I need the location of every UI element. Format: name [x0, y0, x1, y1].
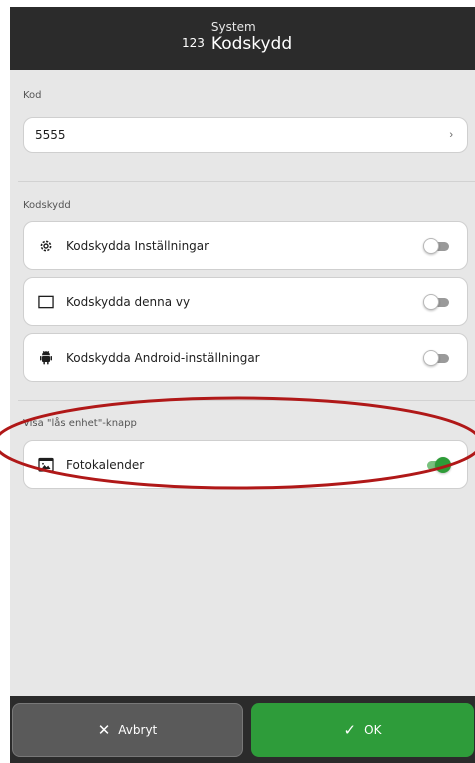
page-title: Kodskydd: [210, 34, 293, 54]
code-value: 5555: [35, 128, 66, 142]
switch-thumb: [423, 349, 439, 366]
check-icon: ✓: [343, 721, 357, 739]
photo-calendar-switch[interactable]: [423, 456, 451, 473]
chevron-right-icon: ›: [449, 129, 453, 141]
android-icon: [38, 350, 54, 366]
protect-settings-switch[interactable]: [423, 237, 451, 254]
gear-icon: [38, 238, 54, 254]
ok-button[interactable]: ✓ OK: [251, 703, 474, 757]
page-subtitle: System: [210, 20, 256, 34]
section-divider: [18, 181, 475, 182]
protect-this-view-switch[interactable]: [423, 293, 451, 310]
switch-thumb: [423, 237, 439, 254]
bottom-action-bar: ✕ Avbryt ✓ OK: [10, 696, 475, 763]
toggle-label-this-view: Kodskydda denna vy: [66, 294, 191, 309]
heading-titles: System Kodskydd: [211, 20, 292, 55]
protect-android-switch[interactable]: [423, 349, 451, 366]
toggle-label-android: Kodskydda Android-inställningar: [66, 350, 260, 365]
page-heading: 123 System Kodskydd: [182, 20, 292, 55]
section-label-code: Kod: [23, 90, 42, 101]
toggle-row-android[interactable]: Kodskydda Android-inställningar: [23, 333, 468, 382]
toggle-label-settings: Kodskydda Inställningar: [66, 238, 210, 253]
close-icon: ✕: [97, 721, 111, 739]
ok-button-label: OK: [364, 723, 382, 737]
section-divider: [18, 400, 475, 401]
photo-calendar-icon: [38, 457, 54, 473]
top-bar: 123 System Kodskydd: [10, 7, 475, 70]
section-label-protection: Kodskydd: [23, 200, 71, 211]
toggle-row-settings[interactable]: Kodskydda Inställningar: [23, 221, 468, 270]
toggle-label-photo-calendar: Fotokalender: [66, 457, 145, 472]
toggle-row-photo-calendar[interactable]: Fotokalender: [23, 440, 468, 489]
section-label-lock-button: Visa "lås enhet"-knapp: [23, 418, 137, 429]
square-icon: [38, 294, 54, 310]
app-window: 123 System Kodskydd Kod 5555 › Kodskydd …: [10, 7, 475, 763]
settings-content: Kod 5555 › Kodskydd Kodskydda Inställnin…: [10, 70, 475, 696]
cancel-button[interactable]: ✕ Avbryt: [12, 703, 243, 757]
code-field[interactable]: 5555 ›: [23, 117, 468, 153]
switch-thumb: [423, 293, 439, 310]
cancel-button-label: Avbryt: [118, 723, 158, 737]
toggle-row-this-view[interactable]: Kodskydda denna vy: [23, 277, 468, 326]
app-number: 123: [182, 36, 205, 50]
switch-thumb: [435, 456, 451, 473]
